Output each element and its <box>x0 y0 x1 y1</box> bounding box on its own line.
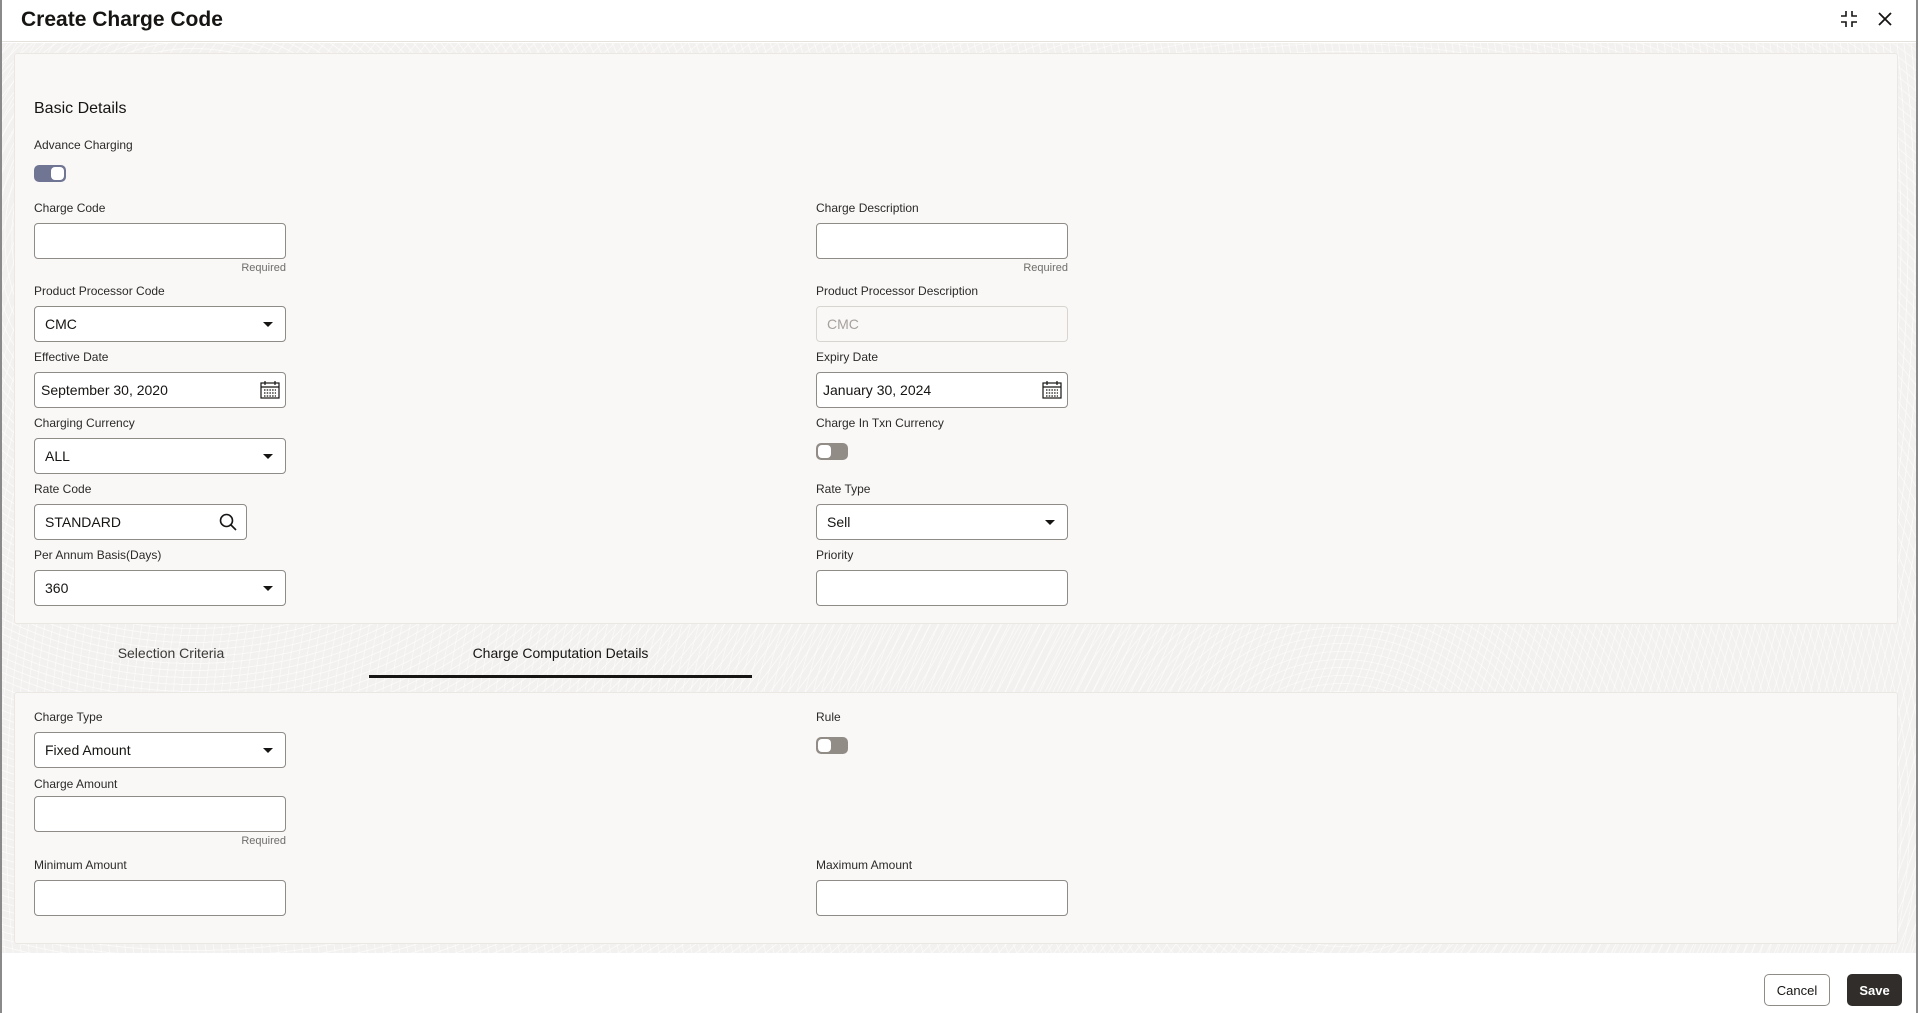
product-processor-description-field: Product Processor Description CMC <box>816 284 1068 342</box>
tab-bar: Selection Criteria Charge Computation De… <box>2 638 1916 678</box>
rate-type-select[interactable]: Sell <box>816 504 1068 540</box>
cancel-button[interactable]: Cancel <box>1764 974 1830 1006</box>
charging-currency-select[interactable]: ALL <box>34 438 286 474</box>
section-title-basic-details: Basic Details <box>34 100 127 117</box>
product-processor-code-select[interactable]: CMC <box>34 306 286 342</box>
effective-date-input[interactable]: September 30, 2020 <box>34 372 286 408</box>
charge-description-input[interactable] <box>816 223 1068 259</box>
minimum-amount-field: Minimum Amount <box>34 858 286 916</box>
save-button[interactable]: Save <box>1847 974 1902 1006</box>
per-annum-basis-select[interactable]: 360 <box>34 570 286 606</box>
calendar-icon[interactable] <box>1041 380 1063 403</box>
charge-amount-field: Charge Amount Required <box>34 777 286 847</box>
per-annum-basis-label: Per Annum Basis(Days) <box>34 548 162 562</box>
rate-type-field: Rate Type Sell <box>816 482 1068 540</box>
expiry-date-value: January 30, 2024 <box>823 382 932 398</box>
rule-field: Rule <box>816 710 848 754</box>
collapse-icon[interactable] <box>1838 8 1860 30</box>
rate-type-label: Rate Type <box>816 482 871 496</box>
search-icon[interactable] <box>218 512 238 535</box>
tab-charge-computation-details[interactable]: Charge Computation Details <box>369 638 752 678</box>
charge-type-field: Charge Type Fixed Amount <box>34 710 286 768</box>
dialog-body: Basic Details Advance Charging Charge Co… <box>2 43 1916 1013</box>
charging-currency-label: Charging Currency <box>34 416 135 430</box>
toggle-knob <box>51 167 64 180</box>
basic-details-panel: Basic Details Advance Charging Charge Co… <box>14 53 1898 624</box>
per-annum-basis-value: 360 <box>45 580 69 596</box>
charge-type-select[interactable]: Fixed Amount <box>34 732 286 768</box>
charge-code-field: Charge Code Required <box>34 201 286 274</box>
rule-label: Rule <box>816 710 841 724</box>
create-charge-code-dialog: Create Charge Code Basic Details Advance… <box>0 0 1918 1013</box>
maximum-amount-label: Maximum Amount <box>816 858 913 872</box>
expiry-date-label: Expiry Date <box>816 350 879 364</box>
charge-amount-input[interactable] <box>34 796 286 832</box>
minimum-amount-label: Minimum Amount <box>34 858 127 872</box>
chevron-down-icon <box>263 454 273 459</box>
advance-charging-label: Advance Charging <box>34 138 133 152</box>
charge-in-txn-currency-field: Charge In Txn Currency <box>816 416 944 460</box>
charge-amount-label: Charge Amount <box>34 777 118 791</box>
rate-code-label: Rate Code <box>34 482 92 496</box>
product-processor-code-label: Product Processor Code <box>34 284 165 298</box>
charge-type-value: Fixed Amount <box>45 742 131 758</box>
product-processor-code-value: CMC <box>45 316 77 332</box>
rate-type-value: Sell <box>827 514 851 530</box>
charge-code-label: Charge Code <box>34 201 106 215</box>
toggle-knob <box>818 445 831 458</box>
rule-toggle[interactable] <box>816 737 848 754</box>
rate-code-value: STANDARD <box>45 514 121 530</box>
priority-label: Priority <box>816 548 854 562</box>
product-processor-code-field: Product Processor Code CMC <box>34 284 286 342</box>
title-bar: Create Charge Code <box>2 0 1916 42</box>
chevron-down-icon <box>263 748 273 753</box>
priority-input[interactable] <box>816 570 1068 606</box>
charge-code-required-hint: Required <box>241 262 286 274</box>
maximum-amount-input[interactable] <box>816 880 1068 916</box>
charge-type-label: Charge Type <box>34 710 103 724</box>
charging-currency-field: Charging Currency ALL <box>34 416 286 474</box>
dialog-title: Create Charge Code <box>21 8 223 31</box>
effective-date-value: September 30, 2020 <box>41 382 168 398</box>
charge-in-txn-currency-toggle[interactable] <box>816 443 848 460</box>
product-processor-description-input: CMC <box>816 306 1068 342</box>
minimum-amount-input[interactable] <box>34 880 286 916</box>
priority-field: Priority <box>816 548 1068 606</box>
chevron-down-icon <box>263 322 273 327</box>
expiry-date-field: Expiry Date January 30, 2024 <box>816 350 1068 408</box>
close-icon[interactable] <box>1874 8 1896 30</box>
effective-date-field: Effective Date September 30, 2020 <box>34 350 286 408</box>
maximum-amount-field: Maximum Amount <box>816 858 1068 916</box>
rate-code-input[interactable]: STANDARD <box>34 504 247 540</box>
charge-description-field: Charge Description Required <box>816 201 1068 274</box>
advance-charging-toggle[interactable] <box>34 165 66 182</box>
expiry-date-input[interactable]: January 30, 2024 <box>816 372 1068 408</box>
effective-date-label: Effective Date <box>34 350 109 364</box>
chevron-down-icon <box>1045 520 1055 525</box>
rate-code-field: Rate Code STANDARD <box>34 482 247 540</box>
charge-computation-panel: Charge Type Fixed Amount Rule Charge Amo… <box>14 692 1898 944</box>
advance-charging-field: Advance Charging <box>34 138 133 182</box>
charging-currency-value: ALL <box>45 448 70 464</box>
calendar-icon[interactable] <box>259 380 281 403</box>
product-processor-description-label: Product Processor Description <box>816 284 979 298</box>
charge-in-txn-currency-label: Charge In Txn Currency <box>816 416 944 430</box>
per-annum-basis-field: Per Annum Basis(Days) 360 <box>34 548 286 606</box>
charge-description-label: Charge Description <box>816 201 919 215</box>
charge-description-required-hint: Required <box>1023 262 1068 274</box>
tab-selection-criteria[interactable]: Selection Criteria <box>14 638 328 678</box>
footer <box>2 953 1916 1013</box>
charge-amount-required-hint: Required <box>241 835 286 847</box>
toggle-knob <box>818 739 831 752</box>
chevron-down-icon <box>263 586 273 591</box>
charge-code-input[interactable] <box>34 223 286 259</box>
window-actions <box>1838 8 1896 30</box>
